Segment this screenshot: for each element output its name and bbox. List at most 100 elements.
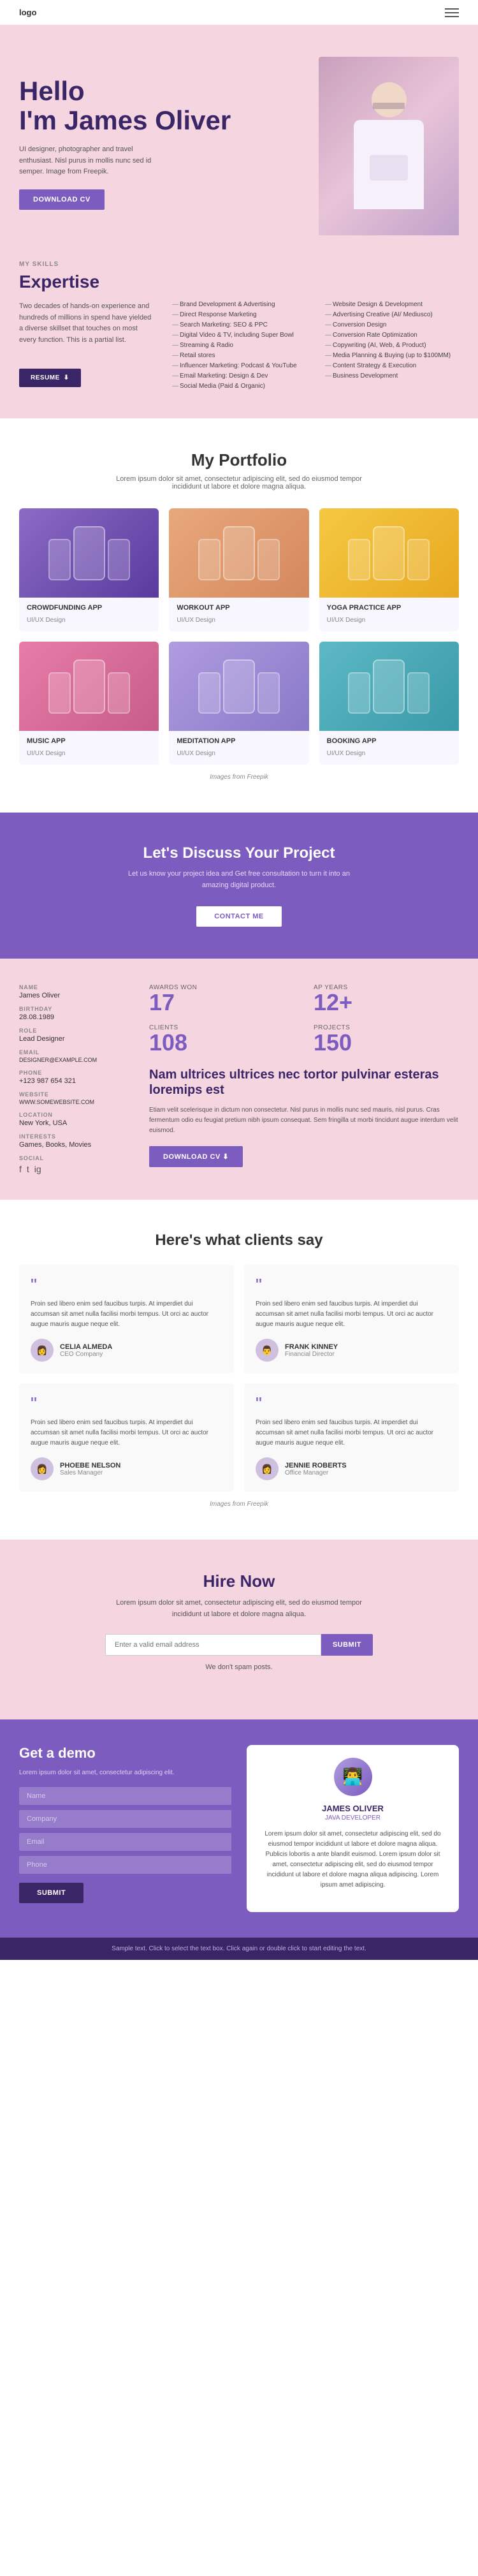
stats-quote: Nam ultrices ultrices nec tortor pulvina… bbox=[149, 1067, 459, 1167]
phone-mockup-large bbox=[73, 659, 105, 714]
author-name: PHOEBE NELSON bbox=[60, 1462, 120, 1469]
hire-form: SUBMIT bbox=[105, 1634, 373, 1656]
hero-text: Hello I'm James Oliver UI designer, phot… bbox=[19, 77, 306, 235]
demo-card-subtitle: JAVA DEVELOPER bbox=[259, 1814, 446, 1822]
portfolio-card[interactable]: MUSIC APP UI/UX Design bbox=[19, 642, 159, 765]
projects-value: 150 bbox=[314, 1031, 459, 1054]
hero-person-illustration bbox=[319, 57, 459, 235]
stats-download-cv-button[interactable]: DOWNLOAD CV ⬇ bbox=[149, 1146, 243, 1167]
skill-item: Social Media (Paid & Organic) bbox=[172, 383, 306, 390]
demo-form-field bbox=[19, 1856, 231, 1874]
phone-mockup-small bbox=[198, 539, 221, 580]
phone-mockup-large bbox=[373, 526, 405, 580]
contact-me-button[interactable]: CONTACT ME bbox=[196, 906, 282, 927]
stats-right: AWARDS WON 17 AP YEARS 12+ CLIENTS 108 P… bbox=[149, 984, 459, 1174]
demo-form-area: Get a demo Lorem ipsum dolor sit amet, c… bbox=[19, 1745, 231, 1912]
phone-label: PHONE bbox=[19, 1070, 134, 1076]
phone-mockup-small-2 bbox=[407, 672, 430, 714]
portfolio-card-category: UI/UX Design bbox=[327, 617, 366, 624]
website-label: WEBSITE bbox=[19, 1091, 134, 1098]
portfolio-card[interactable]: CROWDFUNDING APP UI/UX Design bbox=[19, 508, 159, 631]
hamburger-line-2 bbox=[445, 12, 459, 13]
email-label: EMAIL bbox=[19, 1049, 134, 1056]
hero-title: Hello I'm James Oliver bbox=[19, 77, 306, 135]
phone-mockup-small bbox=[198, 672, 221, 714]
birthday-value: 28.08.1989 bbox=[19, 1013, 134, 1021]
demo-email-input[interactable] bbox=[19, 1833, 231, 1851]
discuss-description: Let us know your project idea and Get fr… bbox=[124, 869, 354, 891]
hire-submit-button[interactable]: SUBMIT bbox=[321, 1634, 373, 1656]
portfolio-card-category: UI/UX Design bbox=[27, 750, 66, 757]
testimonial-author: 👩 JENNIE ROBERTS Office Manager bbox=[256, 1457, 447, 1480]
testimonial-author: 👨 FRANK KINNEY Financial Director bbox=[256, 1339, 447, 1362]
clients-stat: CLIENTS 108 bbox=[149, 1024, 294, 1054]
stats-numbers: AWARDS WON 17 AP YEARS 12+ CLIENTS 108 P… bbox=[149, 984, 459, 1054]
quote-title: Nam ultrices ultrices nec tortor pulvina… bbox=[149, 1067, 459, 1098]
portfolio-card-title: YOGA PRACTICE APP bbox=[327, 604, 451, 612]
years-stat: AP YEARS 12+ bbox=[314, 984, 459, 1014]
portfolio-card-image bbox=[19, 508, 159, 598]
testimonial-card: " Proin sed libero enim sed faucibus tur… bbox=[244, 1383, 459, 1492]
phone-mockup-small-2 bbox=[108, 672, 130, 714]
author-name: FRANK KINNEY bbox=[285, 1343, 338, 1351]
skill-item: Retail stores bbox=[172, 352, 306, 359]
hamburger-line-1 bbox=[445, 8, 459, 10]
instagram-icon[interactable]: ig bbox=[34, 1164, 41, 1174]
awards-value: 17 bbox=[149, 991, 294, 1014]
quote-mark-icon: " bbox=[31, 1276, 222, 1294]
portfolio-card-title: MEDITATION APP bbox=[177, 737, 301, 745]
skill-item: Website Design & Development bbox=[325, 301, 459, 308]
phone-mockup-large bbox=[373, 659, 405, 714]
footer: Sample text. Click to select the text bo… bbox=[0, 1938, 478, 1960]
portfolio-card[interactable]: WORKOUT APP UI/UX Design bbox=[169, 508, 308, 631]
social-label: SOCIAL bbox=[19, 1155, 134, 1161]
portfolio-card-image bbox=[19, 642, 159, 731]
demo-description: Lorem ipsum dolor sit amet, consectetur … bbox=[19, 1768, 231, 1778]
portfolio-card[interactable]: MEDITATION APP UI/UX Design bbox=[169, 642, 308, 765]
demo-card-area: 👨‍💻 JAMES OLIVER JAVA DEVELOPER Lorem ip… bbox=[247, 1745, 459, 1912]
quote-text: Etiam velit scelerisque in dictum non co… bbox=[149, 1105, 459, 1136]
demo-title: Get a demo bbox=[19, 1745, 231, 1762]
skills-column-2: Website Design & Development Advertising … bbox=[325, 301, 459, 393]
demo-submit-button[interactable]: SUBMIT bbox=[19, 1883, 83, 1903]
demo-phone-input[interactable] bbox=[19, 1856, 231, 1874]
testimonial-text: Proin sed libero enim sed faucibus turpi… bbox=[31, 1418, 222, 1448]
portfolio-card-body: BOOKING APP UI/UX Design bbox=[319, 731, 459, 765]
demo-company-input[interactable] bbox=[19, 1810, 231, 1828]
interests-label: INTERESTS bbox=[19, 1133, 134, 1140]
skill-item: Advertising Creative (AI/ Mediusco) bbox=[325, 311, 459, 318]
quote-mark-icon: " bbox=[256, 1276, 447, 1294]
birthday-label: BIRTHDAY bbox=[19, 1006, 134, 1012]
demo-name-input[interactable] bbox=[19, 1787, 231, 1805]
hero-image bbox=[319, 57, 459, 235]
navbar: logo bbox=[0, 0, 478, 25]
testimonial-card: " Proin sed libero enim sed faucibus tur… bbox=[19, 1383, 234, 1492]
skills-title: Expertise bbox=[19, 272, 459, 292]
author-avatar: 👨 bbox=[256, 1339, 279, 1362]
portfolio-card-category: UI/UX Design bbox=[27, 617, 66, 624]
skill-item: Digital Video & TV, including Super Bowl bbox=[172, 332, 306, 339]
portfolio-card[interactable]: BOOKING APP UI/UX Design bbox=[319, 642, 459, 765]
hamburger-button[interactable] bbox=[445, 8, 459, 17]
portfolio-card-image bbox=[169, 642, 308, 731]
author-title: Financial Director bbox=[285, 1351, 338, 1358]
phone-mockup-small-2 bbox=[407, 539, 430, 580]
testimonial-author: 👩 CELIA ALMEDA CEO Company bbox=[31, 1339, 222, 1362]
phone-mockup-small bbox=[348, 539, 370, 580]
resume-button[interactable]: RESUME ⬇ bbox=[19, 369, 81, 387]
hire-email-input[interactable] bbox=[105, 1634, 321, 1656]
author-avatar: 👩 bbox=[31, 1339, 54, 1362]
role-value: Lead Designer bbox=[19, 1035, 134, 1043]
facebook-icon[interactable]: f bbox=[19, 1164, 22, 1174]
skills-section: MY SKILLS Expertise Two decades of hands… bbox=[0, 235, 478, 418]
projects-stat: PROJECTS 150 bbox=[314, 1024, 459, 1054]
portfolio-card[interactable]: YOGA PRACTICE APP UI/UX Design bbox=[319, 508, 459, 631]
portfolio-card-title: BOOKING APP bbox=[327, 737, 451, 745]
hero-download-cv-button[interactable]: DOWNLOAD CV bbox=[19, 189, 105, 210]
location-value: New York, USA bbox=[19, 1119, 134, 1127]
phone-mockup-small-2 bbox=[257, 539, 280, 580]
demo-card-description: Lorem ipsum dolor sit amet, consectetur … bbox=[259, 1829, 446, 1890]
testimonial-text: Proin sed libero enim sed faucibus turpi… bbox=[256, 1299, 447, 1330]
twitter-icon[interactable]: t bbox=[27, 1164, 29, 1174]
phone-mockup-small bbox=[348, 672, 370, 714]
